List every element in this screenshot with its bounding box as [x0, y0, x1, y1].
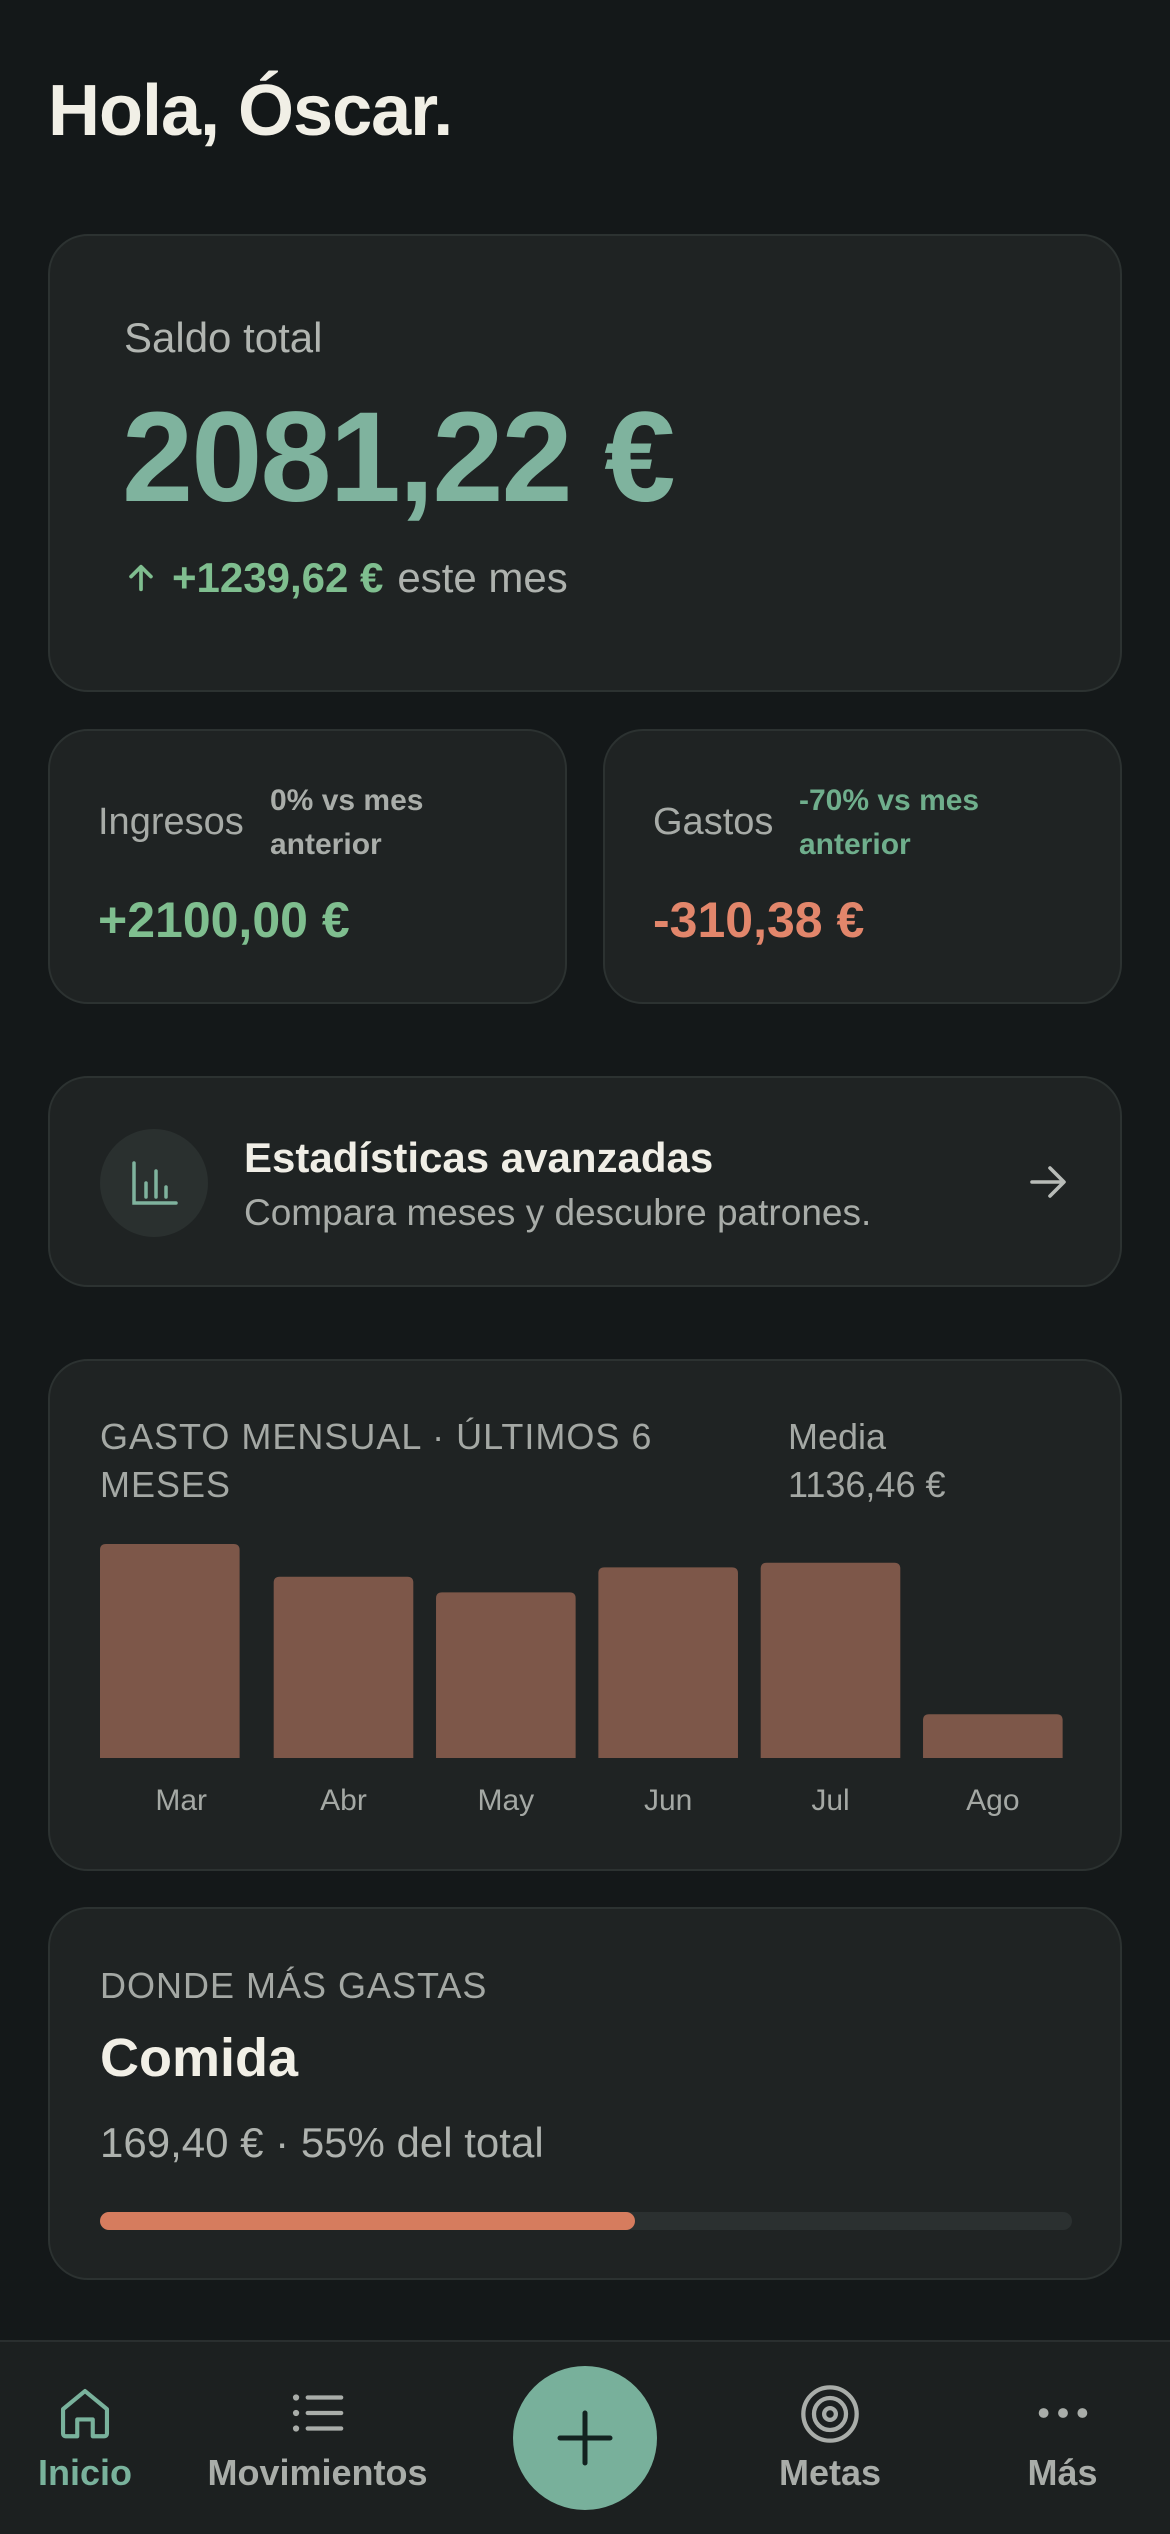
balance-amount: 2081,22 €	[122, 386, 675, 529]
nav-movements-label: Movimientos	[207, 2452, 428, 2493]
bar-chart-icon	[132, 1161, 178, 1205]
list-icon	[292, 2394, 343, 2432]
top-category-name: Comida	[100, 2028, 299, 2088]
target-icon	[801, 2385, 859, 2443]
top-category-detail: 169,40 € · 55% del total	[100, 2119, 544, 2166]
top-category-heading: DONDE MÁS GASTAS	[100, 1965, 488, 2006]
bar-mar	[100, 1544, 240, 1758]
balance-delta-suffix: este mes	[397, 554, 568, 601]
x-tick-label: Mar	[155, 1784, 207, 1817]
monthly-spending-card: GASTO MENSUAL · ÚLTIMOS 6 MESES Media 11…	[48, 1359, 1122, 1871]
bar-ago	[923, 1714, 1063, 1758]
income-label: Ingresos	[98, 801, 244, 843]
top-category-progress-track	[100, 2212, 1072, 2230]
monthly-bar-chart: Mar Abr May Jun Jul Ago	[100, 1544, 1063, 1817]
nav-item-movements[interactable]: Movimientos	[195, 2342, 440, 2534]
bar-may	[436, 1592, 576, 1758]
nav-item-home[interactable]: Inicio	[10, 2342, 160, 2534]
expenses-card[interactable]: Gastos -70% vs mes anterior -310,38 €	[603, 729, 1122, 1004]
bar-jun	[598, 1567, 738, 1758]
stats-icon-circle	[100, 1129, 208, 1237]
x-tick-label: May	[477, 1784, 534, 1817]
expenses-comparison: -70% vs mes anterior	[799, 784, 980, 861]
x-tick-label: Abr	[320, 1784, 367, 1817]
advanced-stats-subtitle: Compara meses y descubre patrones.	[244, 1192, 872, 1233]
arrow-up-icon	[129, 564, 153, 592]
balance-delta: +1239,62 € este mes	[124, 554, 568, 602]
more-icon	[1038, 2408, 1087, 2418]
greeting-title: Hola, Óscar.	[48, 71, 453, 151]
nav-goals-label: Metas	[778, 2452, 882, 2493]
balance-card: Saldo total 2081,22 € +1239,62 € este me…	[48, 234, 1122, 692]
x-tick-label: Jul	[811, 1784, 849, 1817]
advanced-stats-title: Estadísticas avanzadas	[244, 1134, 714, 1181]
expenses-amount: -310,38 €	[653, 892, 865, 948]
nav-more-label: Más	[1027, 2452, 1098, 2493]
income-card[interactable]: Ingresos 0% vs mes anterior +2100,00 €	[48, 729, 567, 1004]
bar-abr	[273, 1576, 414, 1758]
x-tick-label: Ago	[966, 1784, 1019, 1817]
bar-jul	[760, 1562, 901, 1758]
income-amount: +2100,00 €	[98, 892, 350, 948]
nav-item-goals[interactable]: Metas	[755, 2342, 905, 2534]
x-tick-label: Jun	[644, 1784, 692, 1817]
advanced-stats-link[interactable]: Estadísticas avanzadas Compara meses y d…	[48, 1076, 1122, 1287]
arrow-right-icon	[1030, 1166, 1066, 1198]
nav-home-label: Inicio	[37, 2452, 132, 2493]
expenses-label: Gastos	[653, 801, 774, 843]
income-comparison: 0% vs mes anterior	[270, 784, 424, 861]
plus-icon	[557, 2410, 613, 2466]
balance-delta-value: +1239,62 €	[172, 554, 384, 601]
home-icon	[60, 2388, 110, 2439]
top-category-card[interactable]: DONDE MÁS GASTAS Comida 169,40 € · 55% d…	[48, 1907, 1122, 2280]
top-category-progress-fill	[100, 2212, 635, 2230]
add-transaction-button[interactable]	[513, 2366, 657, 2510]
nav-item-more[interactable]: Más	[1000, 2342, 1125, 2534]
balance-label: Saldo total	[124, 314, 323, 361]
